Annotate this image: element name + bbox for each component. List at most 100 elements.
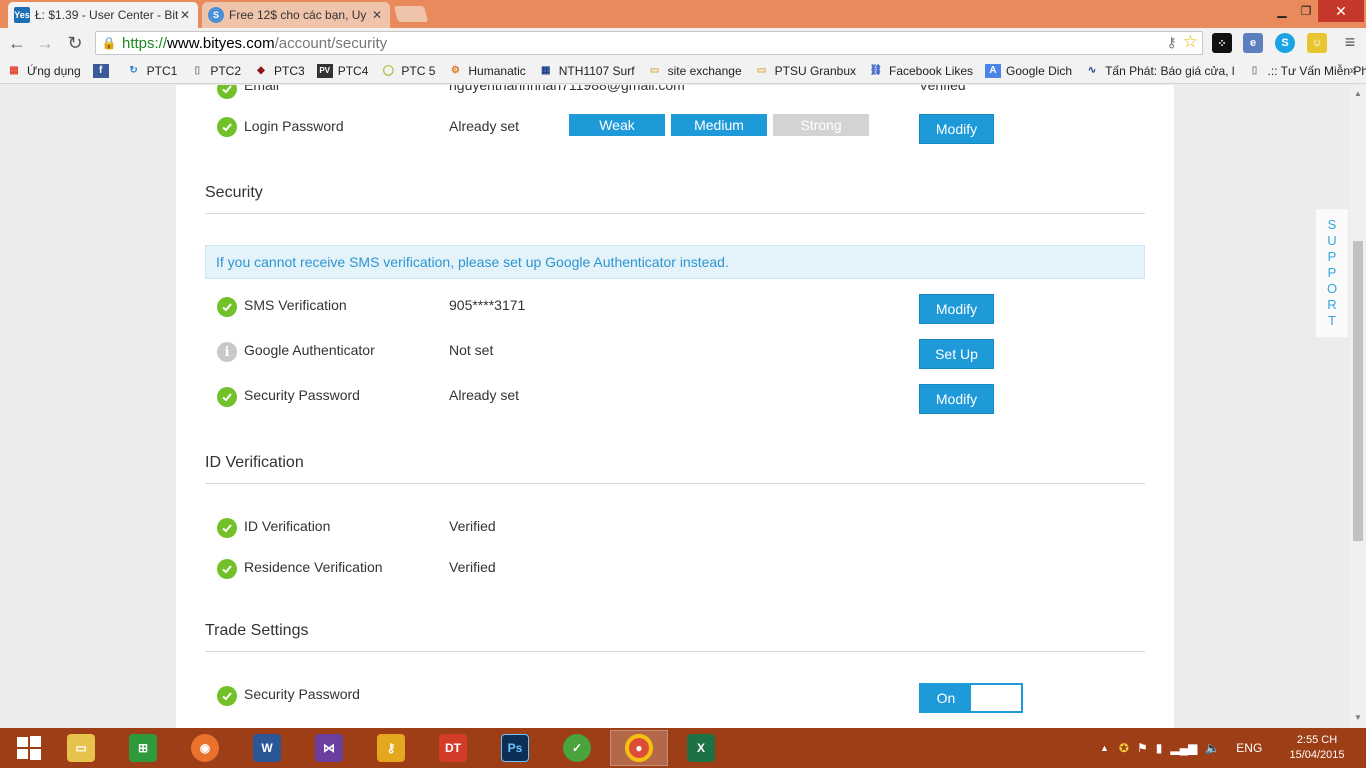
taskbar-file-explorer[interactable]: ▭ bbox=[52, 730, 110, 766]
taskbar-dt-app[interactable]: DT bbox=[424, 730, 482, 766]
taskbar-word[interactable]: W bbox=[238, 730, 296, 766]
ie-extension-icon[interactable]: e bbox=[1243, 33, 1263, 53]
trade-settings-title: Trade Settings bbox=[205, 622, 309, 639]
tab-bityes[interactable]: Yes Ł: $1.39 - User Center - BitYe ✕ bbox=[8, 2, 198, 28]
bookmark-ptc3[interactable]: ◆ PTC3 bbox=[253, 64, 305, 78]
bookmark-site-exchange[interactable]: ▭ site exchange bbox=[647, 64, 742, 78]
support-tab[interactable]: S U P P O R T bbox=[1316, 209, 1348, 337]
tray-expand-icon[interactable]: ▲ bbox=[1100, 743, 1109, 753]
volume-icon[interactable]: 🔈 bbox=[1205, 741, 1220, 755]
modify-security-password-button[interactable]: Modify bbox=[919, 384, 994, 414]
unikey-icon[interactable]: ✪ bbox=[1119, 741, 1129, 755]
taskbar-keys-app[interactable]: ⚷ bbox=[362, 730, 420, 766]
more-bookmarks-button[interactable]: » bbox=[1349, 63, 1356, 77]
translate-icon: A bbox=[985, 63, 1002, 78]
bookmark-ptc1[interactable]: ↻ PTC1 bbox=[126, 64, 177, 78]
link-icon: ⛓ bbox=[869, 65, 883, 76]
chrome-menu-icon[interactable]: ≡ bbox=[1340, 32, 1360, 52]
bookmark-tan-phat[interactable]: ∿ Tấn Phát: Báo giá cửa, l bbox=[1084, 64, 1235, 78]
battery-icon[interactable]: ▮ bbox=[1156, 741, 1163, 755]
network-icon[interactable]: ▂▄▆ bbox=[1170, 741, 1197, 755]
bookmark-facebook[interactable]: f bbox=[92, 63, 114, 78]
lock-icon: 🔒 bbox=[101, 36, 117, 50]
trade-password-toggle[interactable]: On bbox=[919, 683, 1023, 713]
blackberry-extension-icon[interactable]: ⁘ bbox=[1212, 33, 1232, 53]
google-authenticator-row: i Google Authenticator Not set Set Up bbox=[176, 338, 1174, 372]
toolbar: ← → ↻ 🔒 https://www.bityes.com/account/s… bbox=[0, 28, 1366, 58]
grid-icon: ▦ bbox=[541, 65, 551, 76]
check-icon bbox=[217, 85, 237, 99]
address-bar[interactable]: 🔒 https://www.bityes.com/account/securit… bbox=[95, 31, 1203, 55]
reload-icon[interactable]: ↻ bbox=[64, 32, 86, 54]
tab-free12[interactable]: S Free 12$ cho các bạn, Uy tí ✕ bbox=[202, 2, 390, 28]
bookmark-ptsu-granbux[interactable]: ▭ PTSU Granbux bbox=[754, 64, 856, 78]
windows-taskbar: ▭ ⊞ ◉ W ⋈ ⚷ DT Ps ✓ ● X ▲ ✪ ⚑ ▮ ▂▄▆ 🔈 EN… bbox=[0, 728, 1366, 768]
key-icon[interactable]: ⚷ bbox=[1166, 34, 1176, 52]
page-scrollbar[interactable]: ▲ ▼ bbox=[1350, 85, 1366, 728]
bookmark-facebook-likes[interactable]: ⛓ Facebook Likes bbox=[868, 64, 973, 78]
close-tab-icon[interactable]: ✕ bbox=[178, 8, 192, 22]
bookmark-google-dich[interactable]: A Google Dich bbox=[985, 63, 1072, 78]
dt-icon: DT bbox=[439, 734, 467, 762]
url-scheme: https:// bbox=[122, 34, 168, 52]
scroll-up-icon[interactable]: ▲ bbox=[1353, 89, 1363, 98]
refresh-icon: ↻ bbox=[129, 65, 138, 76]
bookmark-nth1107[interactable]: ▦ NTH1107 Surf bbox=[538, 64, 635, 78]
taskbar-coccoc[interactable]: ✓ bbox=[548, 730, 606, 766]
close-tab-icon[interactable]: ✕ bbox=[370, 8, 384, 22]
taskbar-firefox[interactable]: ◉ bbox=[176, 730, 234, 766]
page-viewport: Email nguyenthanhnhan711988@gmail.com Ve… bbox=[0, 85, 1350, 728]
modify-login-password-button[interactable]: Modify bbox=[919, 114, 994, 144]
back-arrow-icon[interactable]: ← bbox=[6, 32, 28, 54]
chrome-icon: ● bbox=[625, 734, 653, 762]
clock-time: 2:55 CH bbox=[1296, 734, 1338, 746]
trade-security-password-row: Security Password On bbox=[176, 682, 1174, 716]
setup-ga-button[interactable]: Set Up bbox=[919, 339, 994, 369]
taskbar-photoshop[interactable]: Ps bbox=[486, 730, 544, 766]
residence-verification-row: Residence Verification Verified bbox=[176, 555, 1174, 589]
store-icon: ⊞ bbox=[129, 734, 157, 762]
bookmark-ptc5[interactable]: ◯ PTC 5 bbox=[380, 64, 436, 78]
bookmark-humanatic[interactable]: ⚙ Humanatic bbox=[447, 64, 526, 78]
forward-arrow-icon[interactable]: → bbox=[34, 32, 56, 54]
visual-studio-icon: ⋈ bbox=[315, 734, 343, 762]
start-button[interactable] bbox=[0, 730, 58, 766]
residence-value: Verified bbox=[449, 559, 496, 575]
account-panel: Email nguyenthanhnhan711988@gmail.com Ve… bbox=[176, 85, 1174, 728]
strength-weak: Weak bbox=[569, 114, 665, 136]
tab-title: Free 12$ cho các bạn, Uy tí bbox=[229, 8, 370, 22]
new-tab-button[interactable] bbox=[393, 6, 429, 22]
s-favicon-icon: S bbox=[208, 7, 224, 23]
taskbar-clock[interactable]: 2:55 CH 15/04/2015 bbox=[1282, 733, 1352, 763]
id-verification-row: ID Verification Verified bbox=[176, 514, 1174, 548]
scroll-thumb[interactable] bbox=[1353, 241, 1363, 541]
action-center-icon[interactable]: ⚑ bbox=[1137, 741, 1148, 755]
bookmark-ptc2[interactable]: ▯ PTC2 bbox=[189, 64, 241, 78]
windows-logo-icon bbox=[17, 736, 41, 760]
taskbar-chrome[interactable]: ● bbox=[610, 730, 668, 766]
page-icon: ▯ bbox=[194, 65, 201, 76]
taskbar-excel[interactable]: X bbox=[672, 730, 730, 766]
taskbar-visual-studio[interactable]: ⋈ bbox=[300, 730, 358, 766]
url-path: /account/security bbox=[274, 34, 388, 52]
bookmark-apps[interactable]: ▦ Ứng dụng bbox=[6, 64, 80, 78]
toggle-on-label: On bbox=[921, 685, 971, 711]
skype-extension-icon[interactable]: S bbox=[1275, 33, 1295, 53]
photoshop-icon: Ps bbox=[501, 734, 529, 762]
check-icon bbox=[217, 117, 237, 137]
coccoc-icon: ✓ bbox=[563, 734, 591, 762]
system-tray: ▲ ✪ ⚑ ▮ ▂▄▆ 🔈 ENG bbox=[1100, 728, 1262, 768]
residence-label: Residence Verification bbox=[244, 559, 383, 575]
bityes-favicon-icon: Yes bbox=[14, 7, 30, 23]
scroll-down-icon[interactable]: ▼ bbox=[1353, 713, 1363, 722]
language-indicator[interactable]: ENG bbox=[1236, 741, 1262, 755]
emoji-extension-icon[interactable]: ☺ bbox=[1307, 33, 1327, 53]
modify-sms-button[interactable]: Modify bbox=[919, 294, 994, 324]
window-close-button[interactable]: ✕ bbox=[1318, 0, 1364, 22]
taskbar-store[interactable]: ⊞ bbox=[114, 730, 172, 766]
bookmark-tu-van[interactable]: ▯.:: Tư Vấn Miễn Phí In l bbox=[1247, 64, 1366, 78]
screen: Yes Ł: $1.39 - User Center - BitYe ✕ S F… bbox=[0, 0, 1366, 768]
strength-strong: Strong bbox=[773, 114, 869, 136]
bookmark-star-icon[interactable]: ☆ bbox=[1183, 32, 1198, 52]
bookmark-ptc4[interactable]: PV PTC4 bbox=[316, 63, 368, 78]
